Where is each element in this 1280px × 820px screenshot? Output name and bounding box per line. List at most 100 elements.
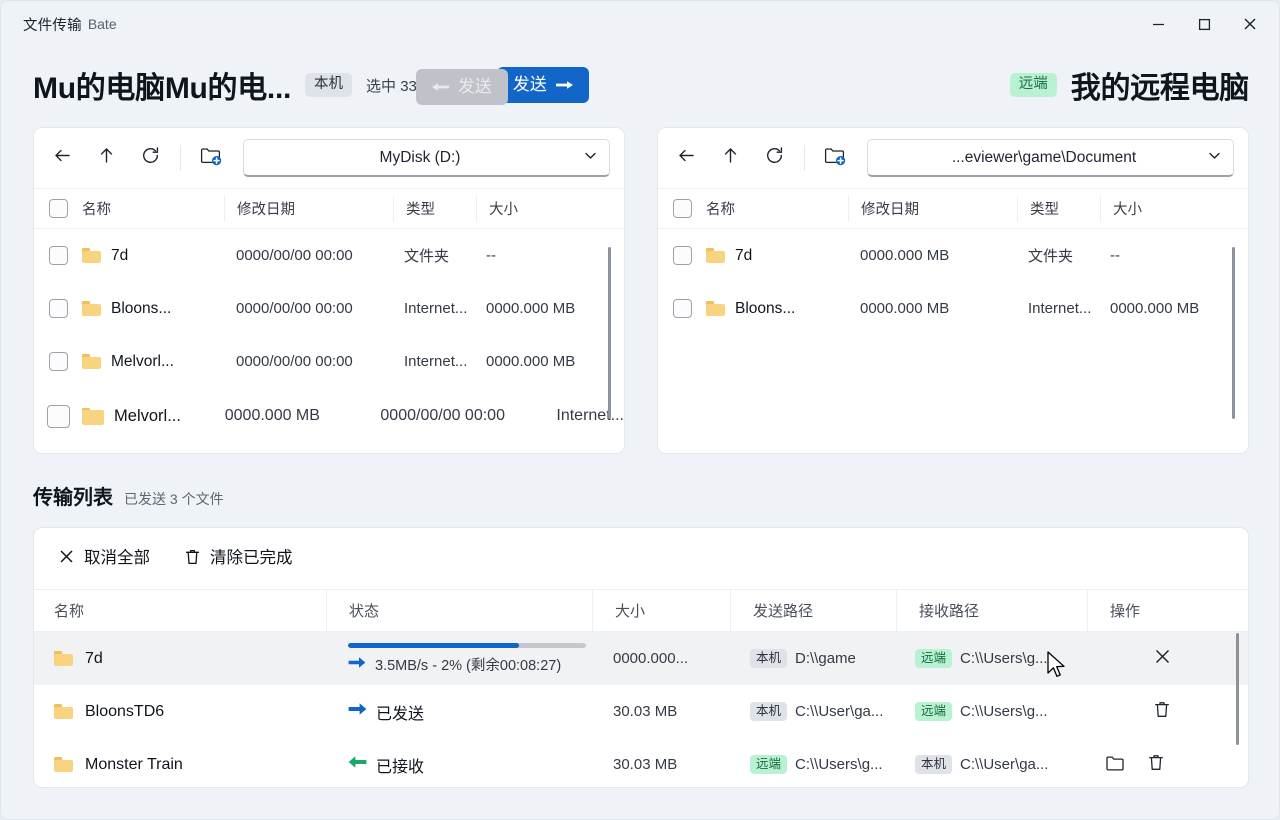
up-icon <box>720 145 741 171</box>
remote-col-size[interactable]: 大小 <box>1101 198 1248 219</box>
transfer-row-name-cell: 7d <box>34 650 326 668</box>
remote-file-browser: ...eviewer\game\Document 名称 修改日期 类型 大小 <box>657 127 1249 454</box>
send-path-text: C:\\Users\g... <box>795 756 883 773</box>
send-to-local-button[interactable]: 发送 <box>416 69 508 105</box>
local-back-button[interactable] <box>40 136 84 180</box>
remote-select-all-checkbox[interactable] <box>673 199 692 218</box>
row-date: 0000.000 MB <box>848 247 1016 264</box>
xfer-col-name[interactable]: 名称 <box>34 600 326 621</box>
remote-col-name[interactable]: 名称 <box>706 198 848 219</box>
transfer-row-recv-path-cell: 远端 C:\\Users\g... <box>893 649 1083 669</box>
transfer-row-state-cell: 已发送 <box>326 700 591 724</box>
maximize-icon <box>1197 17 1212 32</box>
remote-col-type[interactable]: 类型 <box>1018 198 1100 219</box>
folder-icon <box>82 248 101 263</box>
xfer-col-size[interactable]: 大小 <box>593 600 730 621</box>
row-checkbox[interactable] <box>49 352 68 371</box>
xfer-col-recv-path[interactable]: 接收路径 <box>897 600 1087 621</box>
recv-path-text: C:\\Users\g... <box>960 650 1048 667</box>
remote-up-button[interactable] <box>708 136 752 180</box>
row-checkbox[interactable] <box>49 299 68 318</box>
row-checkbox[interactable] <box>673 246 692 265</box>
remote-select-all-cell <box>658 199 706 218</box>
row-checkbox[interactable] <box>673 299 692 318</box>
transfer-title: 传输列表 <box>33 481 113 510</box>
arrow-right-icon <box>556 78 573 92</box>
local-select-all-checkbox[interactable] <box>49 199 68 218</box>
transfer-row-status: 已接收 <box>376 753 424 777</box>
row-checkbox[interactable] <box>47 405 70 428</box>
maximize-button[interactable] <box>1181 1 1227 47</box>
transfer-row-state-cell: 已接收 <box>326 753 591 777</box>
row-size: 0000.000 MB <box>1098 300 1248 317</box>
progress-bar <box>348 643 586 648</box>
title-bar: 文件传输 Bate <box>1 1 1280 47</box>
local-address-text: MyDisk (D:) <box>258 149 582 167</box>
row-name-cell: 7d <box>82 247 224 265</box>
close-button[interactable] <box>1227 1 1273 47</box>
back-icon <box>52 145 73 171</box>
row-checkbox-cell <box>34 405 82 428</box>
local-col-type[interactable]: 类型 <box>394 198 476 219</box>
local-col-name[interactable]: 名称 <box>82 198 224 219</box>
local-file-row[interactable]: 7d 0000/00/00 00:00 文件夹 -- <box>34 229 624 282</box>
remote-list-scrollbar[interactable] <box>1232 247 1235 419</box>
xfer-col-send-path[interactable]: 发送路径 <box>731 600 896 621</box>
row-checkbox[interactable] <box>49 246 68 265</box>
transfer-subtitle: 已发送 3 个文件 <box>124 489 224 509</box>
remote-col-date[interactable]: 修改日期 <box>849 198 1017 219</box>
remote-refresh-button[interactable] <box>752 136 796 180</box>
transfer-row[interactable]: BloonsTD6 已发送 30.03 MB 本机 C:\\User\ga... <box>34 685 1248 738</box>
remote-back-button[interactable] <box>664 136 708 180</box>
local-badge: 本机 <box>305 73 352 97</box>
recv-path-badge: 远端 <box>915 702 952 722</box>
send-to-remote-button[interactable]: 发送 <box>497 67 589 103</box>
transfer-section-title: 传输列表 已发送 3 个文件 <box>33 481 224 510</box>
transfer-row-send-path-cell: 本机 D:\\game <box>728 649 893 669</box>
transfer-list-scrollbar[interactable] <box>1236 633 1239 745</box>
remote-file-row[interactable]: 7d 0000.000 MB 文件夹 -- <box>658 229 1248 282</box>
remote-address-text: ...eviewer\game\Document <box>882 149 1206 167</box>
transfer-row-actions <box>1083 700 1248 723</box>
delete-transfer-button[interactable] <box>1153 700 1171 723</box>
local-list-scrollbar[interactable] <box>608 247 611 419</box>
row-size: Internet... <box>550 407 624 425</box>
transfer-row-status: 已发送 <box>376 700 424 724</box>
transfer-row[interactable]: Monster Train 已接收 30.03 MB 远端 C:\\Users\… <box>34 738 1248 788</box>
cancel-all-button[interactable]: 取消全部 <box>58 548 150 569</box>
local-col-size[interactable]: 大小 <box>477 198 624 219</box>
local-file-row-drag-preview[interactable]: Melvorl... 0000.000 MB 0000/00/00 00:00 … <box>34 388 624 444</box>
delete-transfer-button[interactable] <box>1147 753 1165 776</box>
receive-arrow-icon <box>348 755 367 774</box>
back-icon <box>676 145 697 171</box>
local-file-row[interactable]: Melvorl... 0000/00/00 00:00 Internet... … <box>34 335 624 388</box>
transfer-row-name: BloonsTD6 <box>85 703 164 721</box>
xfer-col-state[interactable]: 状态 <box>327 600 592 621</box>
local-up-button[interactable] <box>84 136 128 180</box>
remote-address-bar[interactable]: ...eviewer\game\Document <box>867 139 1234 177</box>
new-folder-icon <box>824 146 846 171</box>
cancel-all-label: 取消全部 <box>84 550 150 567</box>
transfer-row-recv-path-cell: 本机 C:\\User\ga... <box>893 755 1083 775</box>
remote-new-folder-button[interactable] <box>813 136 857 180</box>
clear-completed-button[interactable]: 清除已完成 <box>184 548 293 570</box>
send-path-badge: 本机 <box>750 702 787 722</box>
local-address-bar[interactable]: MyDisk (D:) <box>243 139 610 177</box>
folder-icon <box>82 301 101 316</box>
local-new-folder-button[interactable] <box>189 136 233 180</box>
cancel-transfer-button[interactable] <box>1153 647 1172 670</box>
remote-file-row[interactable]: Bloons... 0000.000 MB Internet... 0000.0… <box>658 282 1248 335</box>
local-refresh-button[interactable] <box>128 136 172 180</box>
xfer-col-actions[interactable]: 操作 <box>1088 600 1248 621</box>
local-col-date[interactable]: 修改日期 <box>225 198 393 219</box>
row-type: 0000/00/00 00:00 <box>374 407 550 425</box>
transfer-row[interactable]: 7d 3.5MB/s - 2% (剩余00:08:27) 0000.000... <box>34 632 1248 685</box>
open-folder-button[interactable] <box>1105 754 1125 776</box>
minimize-button[interactable] <box>1135 1 1181 47</box>
local-machine-title: Mu的电脑Mu的电... <box>33 63 291 107</box>
transfer-row-actions <box>1083 753 1248 776</box>
row-name: 7d <box>111 247 128 265</box>
row-name-cell: Melvorl... <box>82 353 224 371</box>
local-file-row[interactable]: Bloons... 0000/00/00 00:00 Internet... 0… <box>34 282 624 335</box>
row-name: Melvorl... <box>114 407 181 426</box>
